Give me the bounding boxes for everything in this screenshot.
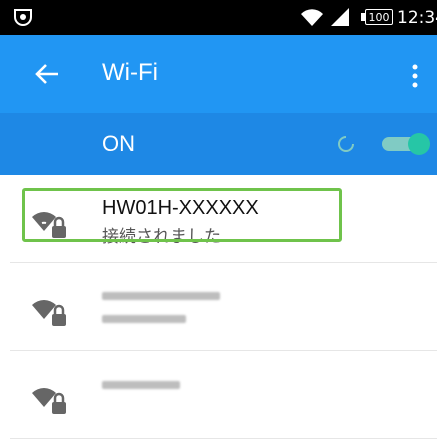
wifi-lock-icon: [32, 300, 66, 326]
signal-icon: [331, 8, 349, 26]
highlight-box: [22, 188, 342, 242]
status-bar: 100 12:34: [0, 0, 437, 35]
overflow-menu-icon[interactable]: [410, 63, 420, 89]
toggle-thumb: [408, 133, 430, 155]
wifi-lock-icon: [32, 388, 66, 414]
wifi-status-icon: [301, 9, 323, 26]
page-title: Wi-Fi: [102, 59, 158, 86]
redacted-ssid: [102, 381, 180, 389]
sim-icon: [14, 9, 32, 26]
spinner-icon: [338, 136, 354, 152]
battery-level: 100: [365, 9, 393, 25]
clock: 12:34: [397, 8, 437, 28]
app-bar: Wi-Fi: [0, 35, 437, 113]
wifi-toggle-switch[interactable]: [382, 133, 437, 155]
toggle-state-label: ON: [102, 131, 135, 156]
back-arrow-icon[interactable]: [34, 61, 60, 87]
redacted-ssid: [102, 292, 220, 300]
network-item[interactable]: [0, 263, 437, 351]
network-item[interactable]: [0, 351, 437, 439]
redacted-status: [102, 315, 186, 323]
wifi-master-toggle-bar[interactable]: ON: [0, 113, 437, 175]
